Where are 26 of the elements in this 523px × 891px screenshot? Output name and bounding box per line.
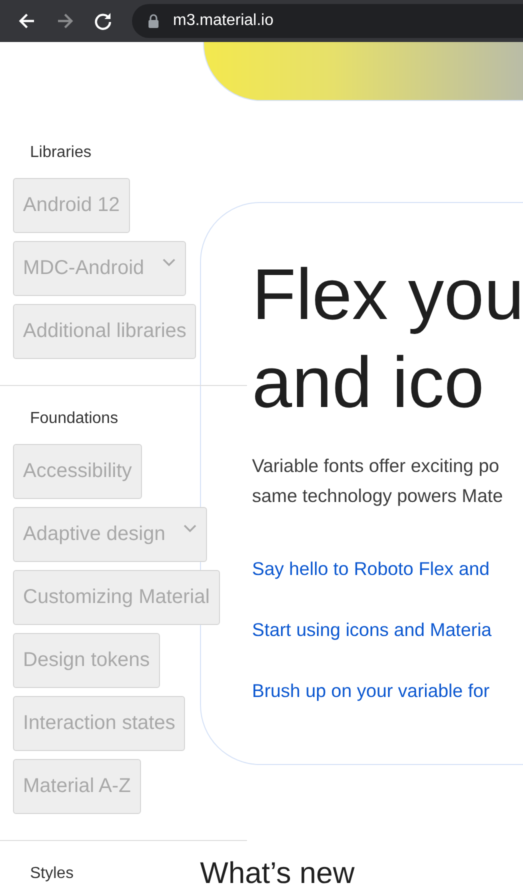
body-text: Variable fonts offer exciting po: [252, 454, 500, 478]
section-title: Styles: [30, 864, 74, 884]
reload-icon: [93, 11, 113, 31]
nav-item[interactable]: Design tokens: [13, 633, 160, 688]
forward-icon: [55, 11, 75, 31]
article-link[interactable]: Say hello to Roboto Flex and: [252, 557, 490, 581]
back-icon: [17, 11, 37, 31]
nav-item[interactable]: Material A-Z: [13, 759, 141, 814]
address-bar[interactable]: m3.material.io: [132, 4, 523, 38]
section-title: Foundations: [30, 409, 118, 429]
nav-item[interactable]: Adaptive design: [13, 507, 208, 562]
headline: and ico: [252, 342, 484, 425]
nav-item[interactable]: Customizing Material: [13, 570, 220, 625]
body-text: same technology powers Mate: [252, 484, 503, 508]
section-heading: What’s new: [200, 857, 356, 891]
nav-item[interactable]: Android 12: [13, 178, 130, 233]
nav-item[interactable]: Accessibility: [13, 444, 142, 499]
url-text: m3.material.io: [173, 12, 274, 30]
section-title: Libraries: [30, 143, 92, 163]
nav-item[interactable]: Interaction states: [13, 696, 186, 751]
headline: Flex you: [252, 254, 523, 337]
article-link[interactable]: Brush up on your variable for: [252, 679, 490, 703]
article-link[interactable]: Start using icons and Materia: [252, 618, 492, 642]
nav-item[interactable]: MDC-Android: [13, 241, 186, 296]
nav-item[interactable]: Additional libraries: [13, 304, 196, 359]
lock-icon: [148, 14, 159, 28]
